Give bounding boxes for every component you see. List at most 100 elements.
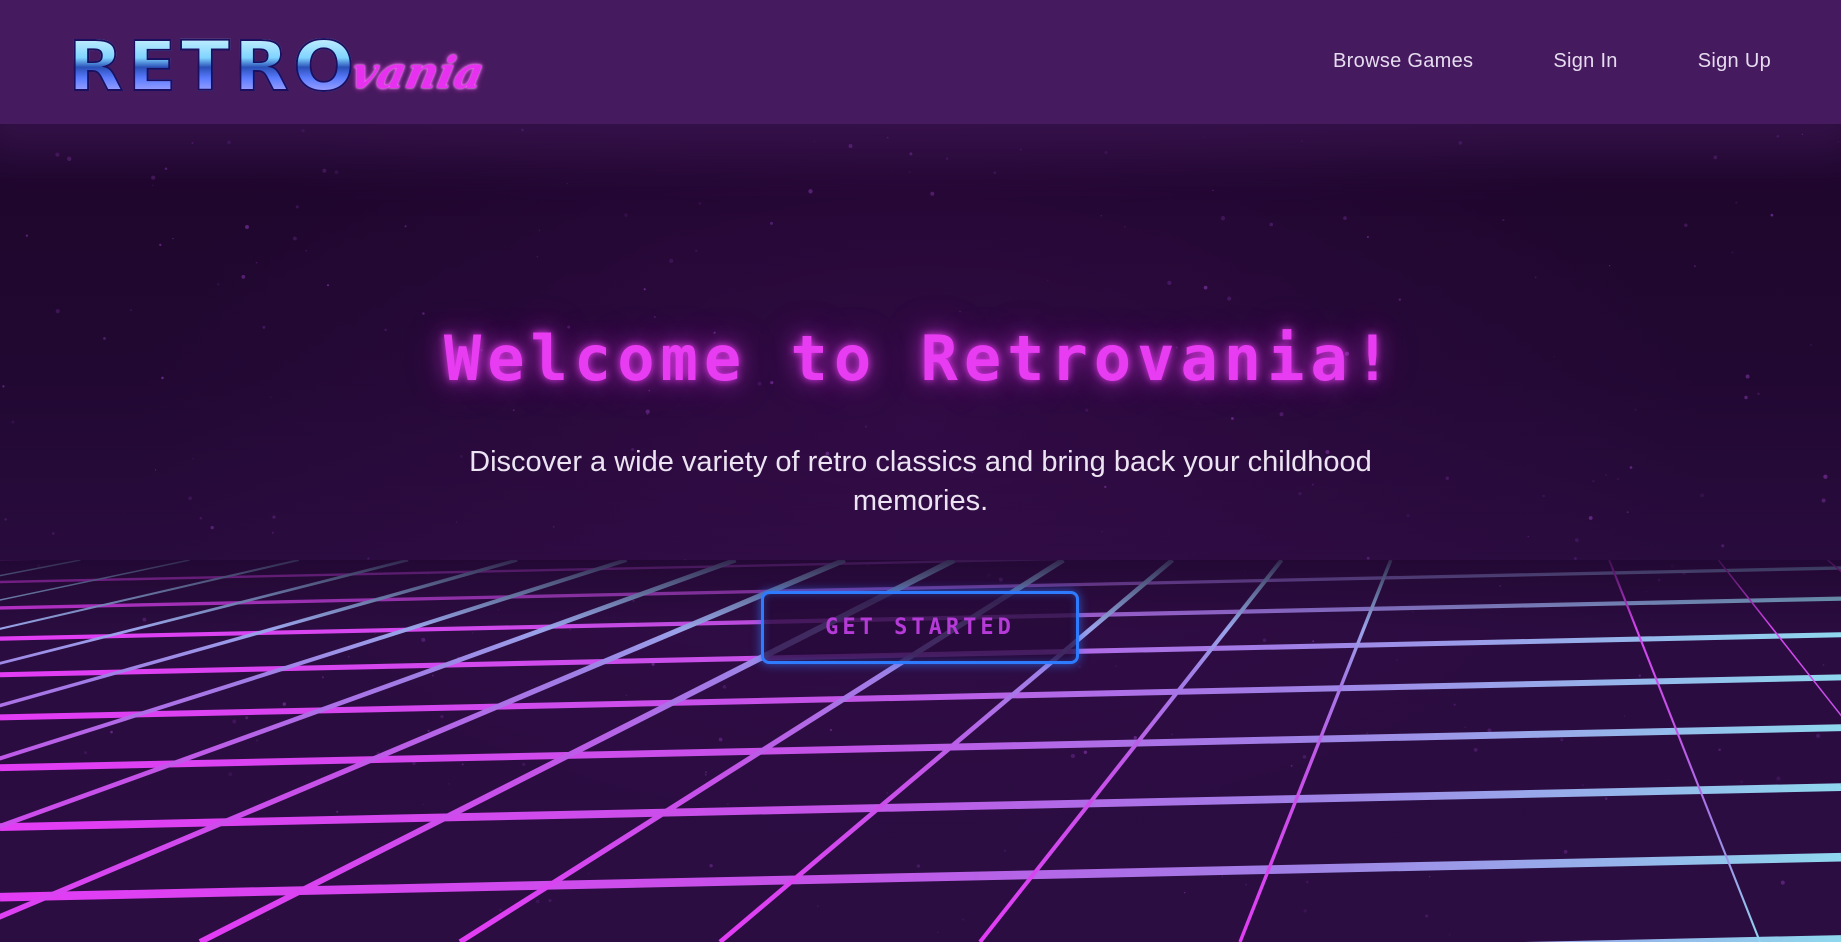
star-speck <box>1366 235 1369 239</box>
star-speck <box>945 157 949 160</box>
star-speck <box>1694 265 1696 268</box>
logo-retro-text: RETRO <box>67 26 359 106</box>
star-speck <box>1837 140 1840 143</box>
star-speck <box>67 156 72 161</box>
star-speck <box>255 261 258 264</box>
star-speck <box>270 396 272 398</box>
star-speck <box>512 409 515 412</box>
star-speck <box>1744 395 1748 400</box>
star-speck <box>1801 133 1804 135</box>
star-speck <box>1101 530 1103 533</box>
nav-sign-in-link[interactable]: Sign In <box>1553 50 1617 73</box>
nav-browse-games-link[interactable]: Browse Games <box>1333 50 1473 73</box>
star-speck <box>305 249 308 252</box>
star-speck <box>130 309 132 311</box>
star-speck <box>1230 417 1234 420</box>
star-speck <box>1301 139 1303 142</box>
star-speck <box>521 128 524 132</box>
star-speck <box>1634 408 1637 411</box>
star-speck <box>1592 479 1595 483</box>
star-speck <box>1100 215 1103 217</box>
star-speck <box>164 167 168 170</box>
star-speck <box>645 409 650 414</box>
star-speck <box>25 234 29 237</box>
star-speck <box>1204 135 1206 137</box>
star-speck <box>848 144 853 148</box>
star-speck <box>217 283 220 286</box>
star-speck <box>199 516 203 520</box>
star-speck <box>695 249 698 252</box>
star-speck <box>1104 151 1108 155</box>
star-speck <box>55 309 60 314</box>
star-speck <box>1269 222 1274 227</box>
star-speck <box>422 312 425 315</box>
main-nav: Browse Games Sign In Sign Up <box>1333 50 1771 73</box>
star-speck <box>1398 298 1401 301</box>
star-speck <box>538 229 541 232</box>
star-speck <box>566 182 568 185</box>
star-speck <box>864 425 868 428</box>
star-speck <box>1203 285 1208 290</box>
get-started-button[interactable]: GET STARTED <box>761 591 1079 664</box>
star-speck <box>769 221 774 225</box>
retrovania-logo[interactable]: RETRO vania <box>67 22 489 106</box>
star-speck <box>151 184 154 187</box>
star-speck <box>210 525 214 530</box>
star-speck <box>552 525 555 528</box>
star-speck <box>698 201 702 205</box>
star-speck <box>1823 474 1828 479</box>
star-speck <box>292 236 297 241</box>
star-speck <box>1123 225 1126 228</box>
star-speck <box>1735 201 1738 204</box>
star-speck <box>51 532 55 535</box>
star-speck <box>1770 213 1774 217</box>
star-speck <box>154 469 157 471</box>
star-speck <box>241 275 246 279</box>
star-speck <box>1700 493 1705 498</box>
star-speck <box>1731 251 1734 254</box>
star-speck <box>959 310 961 313</box>
star-speck <box>455 521 458 523</box>
star-speck <box>1542 494 1545 498</box>
star-speck <box>1721 544 1725 548</box>
star-speck <box>1212 189 1214 192</box>
star-speck <box>1821 498 1826 503</box>
hero-subtitle: Discover a wide variety of retro classic… <box>469 446 1372 517</box>
star-speck <box>1534 276 1537 279</box>
star-speck <box>886 136 889 139</box>
star-speck <box>1588 516 1593 520</box>
star-speck <box>334 170 339 175</box>
star-speck <box>1458 141 1463 145</box>
star-speck <box>813 140 815 142</box>
star-speck <box>1776 135 1780 138</box>
star-speck <box>301 129 305 133</box>
star-speck <box>159 243 162 247</box>
star-speck <box>1279 412 1284 417</box>
logo-vania-script: vania <box>347 48 490 99</box>
star-speck <box>909 152 913 156</box>
star-speck <box>151 175 156 180</box>
nav-sign-up-link[interactable]: Sign Up <box>1698 50 1771 73</box>
star-speck <box>646 413 649 415</box>
site-header: RETRO vania Browse Games Sign In Sign Up <box>0 0 1841 124</box>
star-speck <box>1167 280 1172 286</box>
star-speck <box>1445 476 1450 480</box>
star-speck <box>1527 535 1530 538</box>
star-speck <box>1019 148 1023 151</box>
star-speck <box>643 288 646 291</box>
landing-page: RETRO vania Browse Games Sign In Sign Up… <box>0 0 1841 942</box>
star-speck <box>1227 296 1232 301</box>
star-speck <box>653 315 656 319</box>
get-started-label: GET STARTED <box>825 615 1015 640</box>
star-speck <box>172 237 174 240</box>
star-speck <box>624 213 628 217</box>
star-speck <box>1605 474 1607 476</box>
star-speck <box>1085 408 1089 412</box>
star-speck <box>930 191 935 196</box>
star-speck <box>188 496 192 501</box>
star-speck <box>1220 216 1226 221</box>
star-speck <box>4 518 7 521</box>
star-speck <box>908 171 911 174</box>
star-speck <box>404 225 407 228</box>
star-speck <box>1684 223 1688 227</box>
